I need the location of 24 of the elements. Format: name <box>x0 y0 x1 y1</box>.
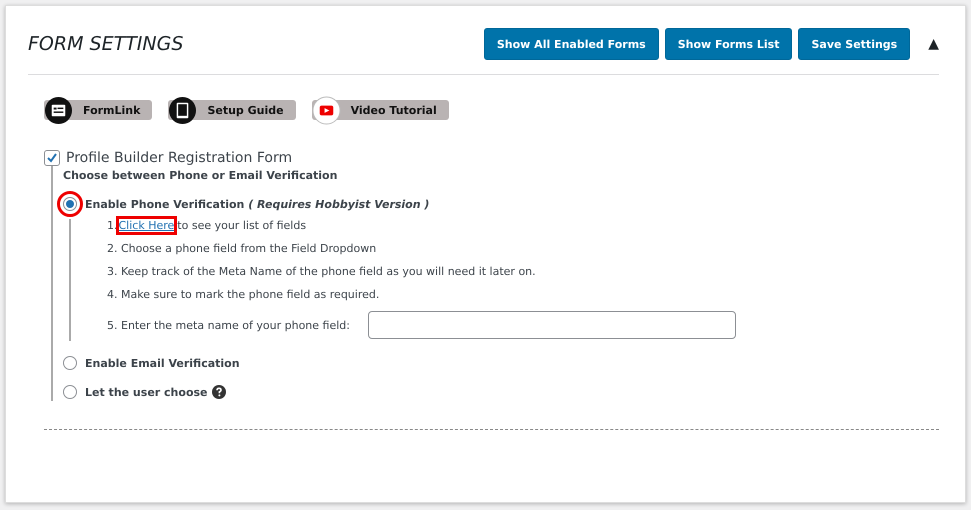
option-label: Enable Email Verification <box>85 356 240 370</box>
checkbox[interactable] <box>44 150 60 166</box>
meta-name-field[interactable] <box>368 311 736 339</box>
form-label: Profile Builder Registration Form <box>66 150 292 166</box>
option-label: Let the user choose <box>85 386 208 398</box>
action-button[interactable]: Save Settings <box>798 28 910 60</box>
action-button[interactable]: Show All Enabled Forms <box>484 28 659 60</box>
book-icon <box>168 96 198 124</box>
click-here-link[interactable]: Click Here <box>118 219 174 232</box>
radio-button[interactable] <box>63 385 77 399</box>
option-label: Enable Phone Verification ( Requires Hobbyist Version ) <box>85 198 430 210</box>
step-text: 1.Click Here to see your list of fields <box>107 219 939 232</box>
section-title: FORM SETTINGS <box>28 33 184 55</box>
step-text: 5. Enter the meta name of your phone field: <box>107 318 350 332</box>
form-icon <box>44 96 73 124</box>
subtitle: Choose between Phone or Email Verification <box>63 169 338 182</box>
action-button[interactable]: Show Forms List <box>664 28 792 60</box>
radio-button[interactable] <box>63 356 77 370</box>
help-icon[interactable] <box>212 385 226 399</box>
step-text: 2. Choose a phone field from the Field Dropdown <box>107 242 378 255</box>
step-text: 4. Make sure to mark the phone field as required. <box>107 288 380 301</box>
play-icon <box>312 96 341 124</box>
collapse-toggle[interactable]: ▲ <box>928 36 939 52</box>
step-text: 3. Keep track of the Meta Name of the phone field as you will need it later on. <box>107 265 537 278</box>
